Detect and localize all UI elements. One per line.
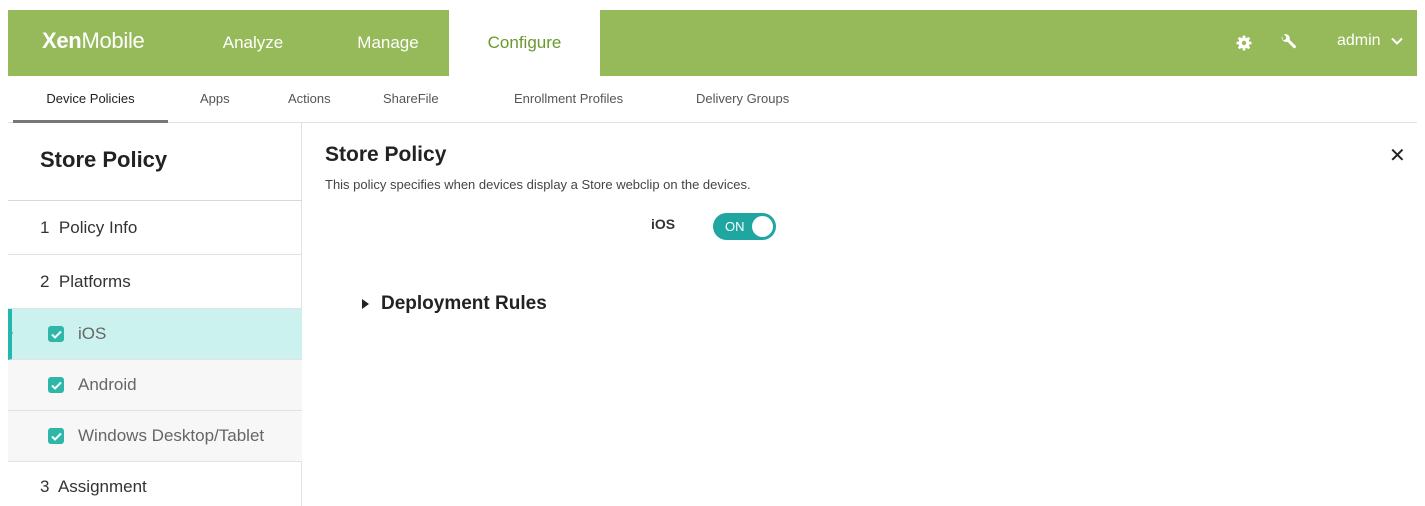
policy-description: This policy specifies when devices displ… [325,177,751,192]
tab-configure[interactable]: Configure [449,10,600,76]
platform-ios[interactable]: iOS [8,309,302,360]
step-label: 1 Policy Info [40,218,138,237]
page-title: Store Policy [325,143,447,166]
expand-triangle-icon [362,299,369,309]
toggle-state: ON [725,219,745,234]
check-icon [50,381,62,390]
selected-indicator [8,327,13,339]
subtab-apps[interactable]: Apps [200,76,230,123]
toggle-knob [752,216,773,237]
deployment-rules-label: Deployment Rules [381,293,547,314]
windows-checkbox[interactable] [48,428,64,444]
platform-windows-desktop-tablet[interactable]: Windows Desktop/Tablet [8,411,302,462]
android-checkbox[interactable] [48,377,64,393]
step-platforms[interactable]: 2 Platforms [8,255,302,309]
subtab-sharefile[interactable]: ShareFile [383,76,439,123]
wrench-icon[interactable] [1278,33,1298,53]
user-menu[interactable]: admin [1337,32,1403,50]
tab-analyze[interactable]: Analyze [193,10,313,76]
platform-android[interactable]: Android [8,360,302,411]
platform-label: Windows Desktop/Tablet [78,426,265,445]
xenmobile-logo: XenMobile [42,28,145,53]
step-label: 3 Assignment [40,477,147,496]
top-navigation-bar: XenMobile Analyze Manage Configure admin [8,10,1417,76]
sidebar-title: Store Policy [8,123,302,201]
step-policy-info[interactable]: 1 Policy Info [8,201,302,255]
sub-navigation: Device Policies Apps Actions ShareFile E… [8,76,1417,123]
subtab-delivery-groups[interactable]: Delivery Groups [696,76,789,123]
check-icon [50,432,62,441]
user-name: admin [1336,32,1381,49]
subtab-device-policies[interactable]: Device Policies [13,76,168,123]
subtab-actions[interactable]: Actions [288,76,331,123]
tab-manage[interactable]: Manage [328,10,448,76]
step-assignment[interactable]: 3 Assignment [8,462,302,506]
check-icon [50,330,62,339]
chevron-down-icon [1391,37,1403,45]
close-icon[interactable]: ✕ [1389,143,1406,168]
ios-platform-label: iOS [651,216,676,232]
ios-toggle[interactable]: ON [713,213,776,240]
policy-steps-sidebar: Store Policy 1 Policy Info 2 Platforms i… [8,123,302,506]
subtab-enrollment-profiles[interactable]: Enrollment Profiles [514,76,623,123]
ios-checkbox[interactable] [48,326,64,342]
deployment-rules-expander[interactable]: Deployment Rules [362,293,547,315]
settings-gear-icon[interactable] [1234,33,1254,53]
step-label: 2 Platforms [40,272,131,291]
platform-label: iOS [78,324,107,343]
platform-label: Android [78,375,137,394]
